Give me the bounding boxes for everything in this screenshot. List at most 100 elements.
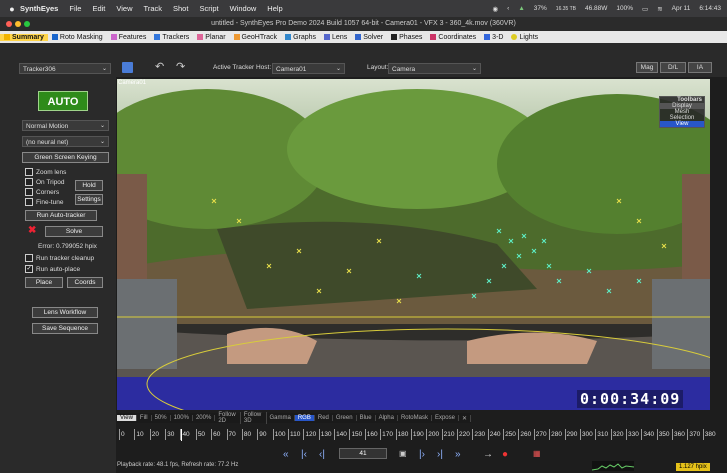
- view-green[interactable]: Green: [333, 415, 357, 421]
- save-icon[interactable]: [122, 62, 133, 73]
- on-tripod-checkbox[interactable]: On Tripod: [25, 178, 65, 186]
- close-window-button[interactable]: [6, 21, 12, 27]
- ia-button[interactable]: IA: [688, 62, 712, 73]
- cloud-icon[interactable]: ▲: [518, 5, 524, 12]
- layout-select[interactable]: Camera ⌄: [388, 63, 481, 74]
- zoom-lens-checkbox[interactable]: Zoom lens: [25, 168, 66, 176]
- timeline-ruler[interactable]: 0 10 20 30 40 50 60 70 80 90 100 110 120 130 140 150 160…: [117, 429, 716, 443]
- settings-button[interactable]: Settings: [75, 194, 103, 205]
- toolbar-view[interactable]: View: [660, 121, 704, 127]
- trackers-icon: [154, 34, 161, 40]
- view-100[interactable]: 100%: [171, 415, 193, 421]
- tab-roto-masking[interactable]: Roto Masking: [48, 34, 107, 41]
- view-follow-2d[interactable]: Follow 2D: [215, 412, 241, 424]
- menu-edit[interactable]: Edit: [92, 4, 105, 13]
- tab-phases[interactable]: Phases: [387, 34, 426, 41]
- mag-button[interactable]: Mag: [636, 62, 658, 73]
- solve-button[interactable]: Solve: [45, 226, 103, 237]
- tab-3d[interactable]: 3-D: [480, 34, 507, 41]
- flag-icon[interactable]: ▦: [533, 449, 541, 458]
- camera-viewport[interactable]: Camera01 0:00:34:09 Toolbars Display Mes…: [117, 79, 710, 410]
- frame-number-input[interactable]: 41: [339, 448, 387, 459]
- menu-help[interactable]: Help: [267, 4, 282, 13]
- menu-shot[interactable]: Shot: [173, 4, 188, 13]
- fast-forward-icon[interactable]: »: [455, 449, 461, 460]
- view-red[interactable]: Red: [315, 415, 333, 421]
- ruler-tick: [395, 429, 397, 440]
- view-50[interactable]: 50%: [152, 415, 171, 421]
- ruler-label: 210: [443, 431, 455, 438]
- view-blue[interactable]: Blue: [357, 415, 376, 421]
- wifi-icon[interactable]: ≋: [657, 5, 662, 13]
- arrow-right-icon[interactable]: →: [483, 449, 493, 460]
- active-host-select[interactable]: Camera01 ⌄: [272, 63, 345, 74]
- chevron-left-icon[interactable]: ‹: [507, 5, 509, 12]
- zoom-window-button[interactable]: [24, 21, 30, 27]
- menu-track[interactable]: Track: [144, 4, 162, 13]
- neural-net-select[interactable]: (no neural net) ⌄: [22, 136, 109, 147]
- lens-workflow-button[interactable]: Lens Workflow: [32, 307, 98, 318]
- run-auto-tracker-button[interactable]: Run Auto-tracker: [25, 210, 97, 221]
- dl-button[interactable]: D/L: [660, 62, 686, 73]
- motion-select[interactable]: Normal Motion ⌄: [22, 120, 109, 131]
- ruler-tick: [503, 429, 505, 440]
- menu-script[interactable]: Script: [199, 4, 218, 13]
- tracker-select[interactable]: Tracker306 ⌄: [19, 63, 111, 74]
- tab-summary[interactable]: Summary: [0, 33, 48, 41]
- tab-features[interactable]: Features: [107, 34, 151, 41]
- tab-geohtrack[interactable]: GeoHTrack: [230, 34, 282, 41]
- record-icon[interactable]: ●: [502, 449, 508, 460]
- current-frame-marker[interactable]: [181, 429, 182, 441]
- features-icon: [110, 34, 117, 40]
- apple-icon[interactable]: ●: [4, 4, 20, 14]
- close-icon[interactable]: ✕: [459, 414, 471, 422]
- view-rotomask[interactable]: RotoMask: [398, 415, 432, 421]
- auto-button[interactable]: AUTO: [38, 91, 88, 111]
- menu-file[interactable]: File: [69, 4, 81, 13]
- save-sequence-button[interactable]: Save Sequence: [32, 323, 98, 334]
- run-tracker-cleanup-checkbox[interactable]: Run tracker cleanup: [25, 254, 94, 262]
- hold-button[interactable]: Hold: [75, 180, 103, 191]
- ruler-label: 300: [581, 431, 593, 438]
- tab-lights[interactable]: Lights: [507, 34, 542, 41]
- tab-trackers[interactable]: Trackers: [150, 34, 193, 41]
- coords-button[interactable]: Coords: [67, 277, 103, 288]
- view-gamma[interactable]: Gamma: [267, 415, 295, 421]
- rewind-start-icon[interactable]: «: [283, 449, 289, 460]
- skip-back-icon[interactable]: |‹: [301, 449, 307, 460]
- battery-icon[interactable]: ▭: [642, 5, 648, 13]
- view-fill[interactable]: Fill: [137, 415, 152, 421]
- tab-lens[interactable]: Lens: [320, 34, 351, 41]
- run-auto-place-checkbox[interactable]: ✓ Run auto-place: [25, 265, 80, 273]
- menu-window[interactable]: Window: [230, 4, 257, 13]
- green-screen-keying-button[interactable]: Green Screen Keying: [22, 152, 109, 163]
- window-titlebar: untitled - SynthEyes Pro Demo 2024 Build…: [0, 17, 727, 32]
- view-alpha[interactable]: Alpha: [376, 415, 398, 421]
- ruler-label: 380: [704, 431, 716, 438]
- menu-app-name[interactable]: SynthEyes: [20, 4, 58, 13]
- tab-planar[interactable]: Planar: [193, 34, 229, 41]
- tab-coordinates[interactable]: Coordinates: [426, 34, 480, 41]
- tab-solver[interactable]: Solver: [351, 34, 387, 41]
- view-follow-3d[interactable]: Follow 3D: [241, 412, 267, 424]
- view-expose[interactable]: Expose: [432, 415, 459, 421]
- menu-view[interactable]: View: [116, 4, 132, 13]
- status-area: ◉ ‹ ▲ 37% 16.35 TB 46.88W 100% ▭ ≋ Apr 1…: [493, 0, 722, 17]
- minimize-window-button[interactable]: [15, 21, 21, 27]
- camera-name-label: Camera01: [118, 80, 147, 86]
- step-back-icon[interactable]: ‹|: [319, 449, 325, 460]
- ruler-label: 50: [197, 431, 206, 438]
- skip-forward-icon[interactable]: ›|: [437, 449, 443, 460]
- view-menu[interactable]: View: [117, 415, 137, 421]
- keyframe-icon[interactable]: ▣: [399, 449, 407, 458]
- corners-checkbox[interactable]: Corners: [25, 188, 59, 196]
- view-rgb[interactable]: RGB: [294, 415, 315, 421]
- view-200[interactable]: 200%: [193, 415, 216, 421]
- step-forward-icon[interactable]: |›: [419, 449, 425, 460]
- tab-graphs[interactable]: Graphs: [281, 34, 320, 41]
- place-button[interactable]: Place: [25, 277, 63, 288]
- fine-tune-checkbox[interactable]: Fine-tune: [25, 198, 63, 206]
- record-icon[interactable]: ◉: [493, 5, 499, 13]
- undo-icon[interactable]: ↶: [155, 60, 164, 73]
- redo-icon[interactable]: ↷: [176, 60, 185, 73]
